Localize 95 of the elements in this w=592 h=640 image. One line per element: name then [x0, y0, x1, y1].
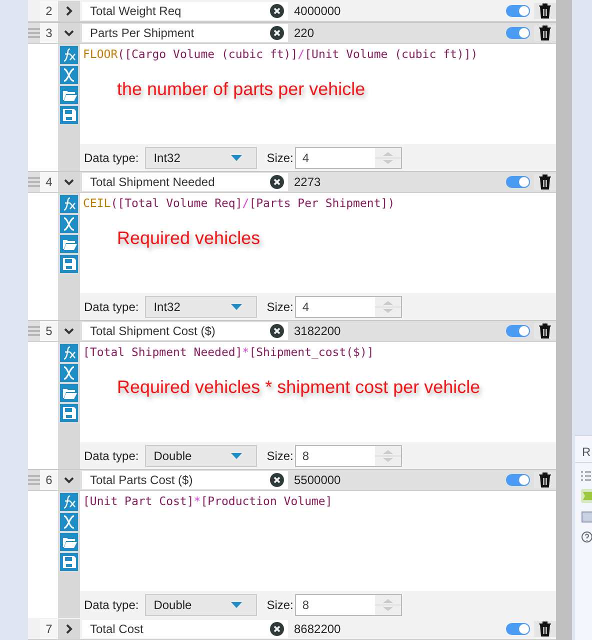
size-field[interactable]: 4	[295, 146, 402, 168]
variable-icon[interactable]	[60, 215, 78, 233]
size-field[interactable]: 4	[295, 296, 402, 318]
size-label: Size:	[266, 448, 294, 462]
annotation-text: the number of parts per vehicle	[117, 79, 366, 100]
data-type-label: Data type:	[84, 150, 139, 164]
name-field[interactable]: Total Cost	[82, 620, 288, 638]
delete-icon[interactable]	[534, 25, 556, 41]
clear-icon[interactable]	[270, 622, 284, 636]
folder-icon[interactable]	[60, 533, 78, 551]
variable-icon[interactable]	[60, 66, 78, 84]
clear-icon[interactable]	[270, 4, 284, 18]
toggle-switch[interactable]	[506, 176, 530, 188]
data-type-label: Data type:	[84, 598, 139, 612]
function-icon[interactable]	[60, 46, 78, 64]
toggle-switch[interactable]	[506, 325, 530, 337]
data-type-label: Data type:	[84, 448, 139, 462]
caret-icon	[230, 154, 242, 160]
drag-handle-icon[interactable]	[28, 475, 40, 485]
data-type-dropdown[interactable]: Int32	[144, 146, 257, 168]
toggle-switch[interactable]	[506, 474, 530, 486]
function-icon[interactable]	[60, 493, 78, 511]
function-icon[interactable]	[60, 195, 78, 213]
save-icon[interactable]	[60, 255, 78, 273]
value-text: 5500000	[293, 473, 342, 487]
clear-icon[interactable]	[270, 175, 284, 189]
toggle-switch[interactable]	[506, 27, 530, 39]
row-number: 6	[40, 470, 58, 490]
row-number: 2	[40, 0, 58, 20]
formula-text[interactable]: FLOOR([Cargo Volume (cubic ft)]/[Unit Volume (cubic ft)])	[83, 47, 553, 61]
folder-icon[interactable]	[60, 86, 78, 104]
delete-icon[interactable]	[534, 2, 556, 18]
size-label: Size:	[266, 150, 294, 164]
delete-icon[interactable]	[534, 472, 556, 488]
caret-icon	[230, 602, 242, 608]
toggle-switch[interactable]	[506, 622, 530, 634]
data-type-dropdown[interactable]: Int32	[144, 296, 257, 318]
row-number: 5	[40, 321, 58, 341]
row-number: 4	[40, 172, 58, 192]
list-icon[interactable]	[581, 471, 591, 481]
delete-icon[interactable]	[534, 174, 556, 190]
name-field[interactable]: Total Shipment Cost ($)	[82, 322, 288, 340]
expand-toggle[interactable]	[58, 172, 80, 192]
value-text: 8682200	[293, 622, 342, 636]
save-icon[interactable]	[60, 553, 78, 571]
value-text: 2273	[293, 175, 322, 189]
help-icon[interactable]	[581, 531, 592, 543]
checkbox-icon[interactable]	[581, 511, 592, 523]
formula-text[interactable]: [Unit Part Cost]*[Production Volume]	[83, 494, 553, 508]
clear-icon[interactable]	[270, 324, 284, 338]
delete-icon[interactable]	[534, 620, 556, 636]
expand-toggle[interactable]	[58, 0, 80, 20]
data-type-label: Data type:	[84, 300, 139, 314]
size-label: Size:	[266, 300, 294, 314]
expand-toggle[interactable]	[58, 23, 80, 43]
folder-icon[interactable]	[60, 384, 78, 402]
name-field[interactable]: Total Parts Cost ($)	[82, 471, 288, 489]
scrollbar[interactable]	[556, 0, 572, 640]
expand-toggle[interactable]	[58, 618, 80, 638]
drag-handle-icon[interactable]	[28, 326, 40, 336]
clear-icon[interactable]	[270, 26, 284, 40]
toggle-switch[interactable]	[506, 4, 530, 16]
caret-icon	[230, 304, 242, 310]
value-text: 4000000	[293, 4, 342, 18]
row-number: 3	[40, 23, 58, 43]
formula-text[interactable]: [Total Shipment Needed]*[Shipment_cost($)]	[83, 345, 553, 359]
annotation-text: Required vehicles * shipment cost per vehicle	[117, 377, 482, 398]
name-field[interactable]: Total Weight Req	[82, 2, 288, 20]
data-type-dropdown[interactable]: Double	[144, 594, 257, 616]
tag-icon	[581, 489, 592, 503]
folder-icon[interactable]	[60, 235, 78, 253]
formula-text[interactable]: CEIL([Total Volume Req]/[Parts Per Shipment])	[83, 196, 553, 210]
value-text: 220	[293, 26, 316, 40]
annotation-text: Required vehicles	[117, 228, 262, 249]
expand-toggle[interactable]	[58, 321, 80, 341]
drag-handle-icon[interactable]	[28, 177, 40, 187]
size-field[interactable]: 8	[295, 594, 402, 616]
function-icon[interactable]	[60, 344, 78, 362]
value-text: 3182200	[293, 324, 342, 338]
delete-icon[interactable]	[534, 323, 556, 339]
save-icon[interactable]	[60, 106, 78, 124]
size-label: Size:	[266, 598, 294, 612]
name-field[interactable]: Total Shipment Needed	[82, 173, 288, 191]
save-icon[interactable]	[60, 404, 78, 422]
caret-icon	[230, 452, 242, 458]
expand-toggle[interactable]	[58, 470, 80, 490]
clear-icon[interactable]	[270, 473, 284, 487]
row-number: 7	[40, 618, 58, 638]
size-field[interactable]: 8	[295, 444, 402, 466]
data-type-dropdown[interactable]: Double	[144, 444, 257, 466]
variable-icon[interactable]	[60, 364, 78, 382]
name-field[interactable]: Parts Per Shipment	[82, 24, 288, 42]
drag-handle-icon[interactable]	[28, 28, 40, 38]
variable-icon[interactable]	[60, 513, 78, 531]
panel-heading: R	[581, 444, 592, 461]
